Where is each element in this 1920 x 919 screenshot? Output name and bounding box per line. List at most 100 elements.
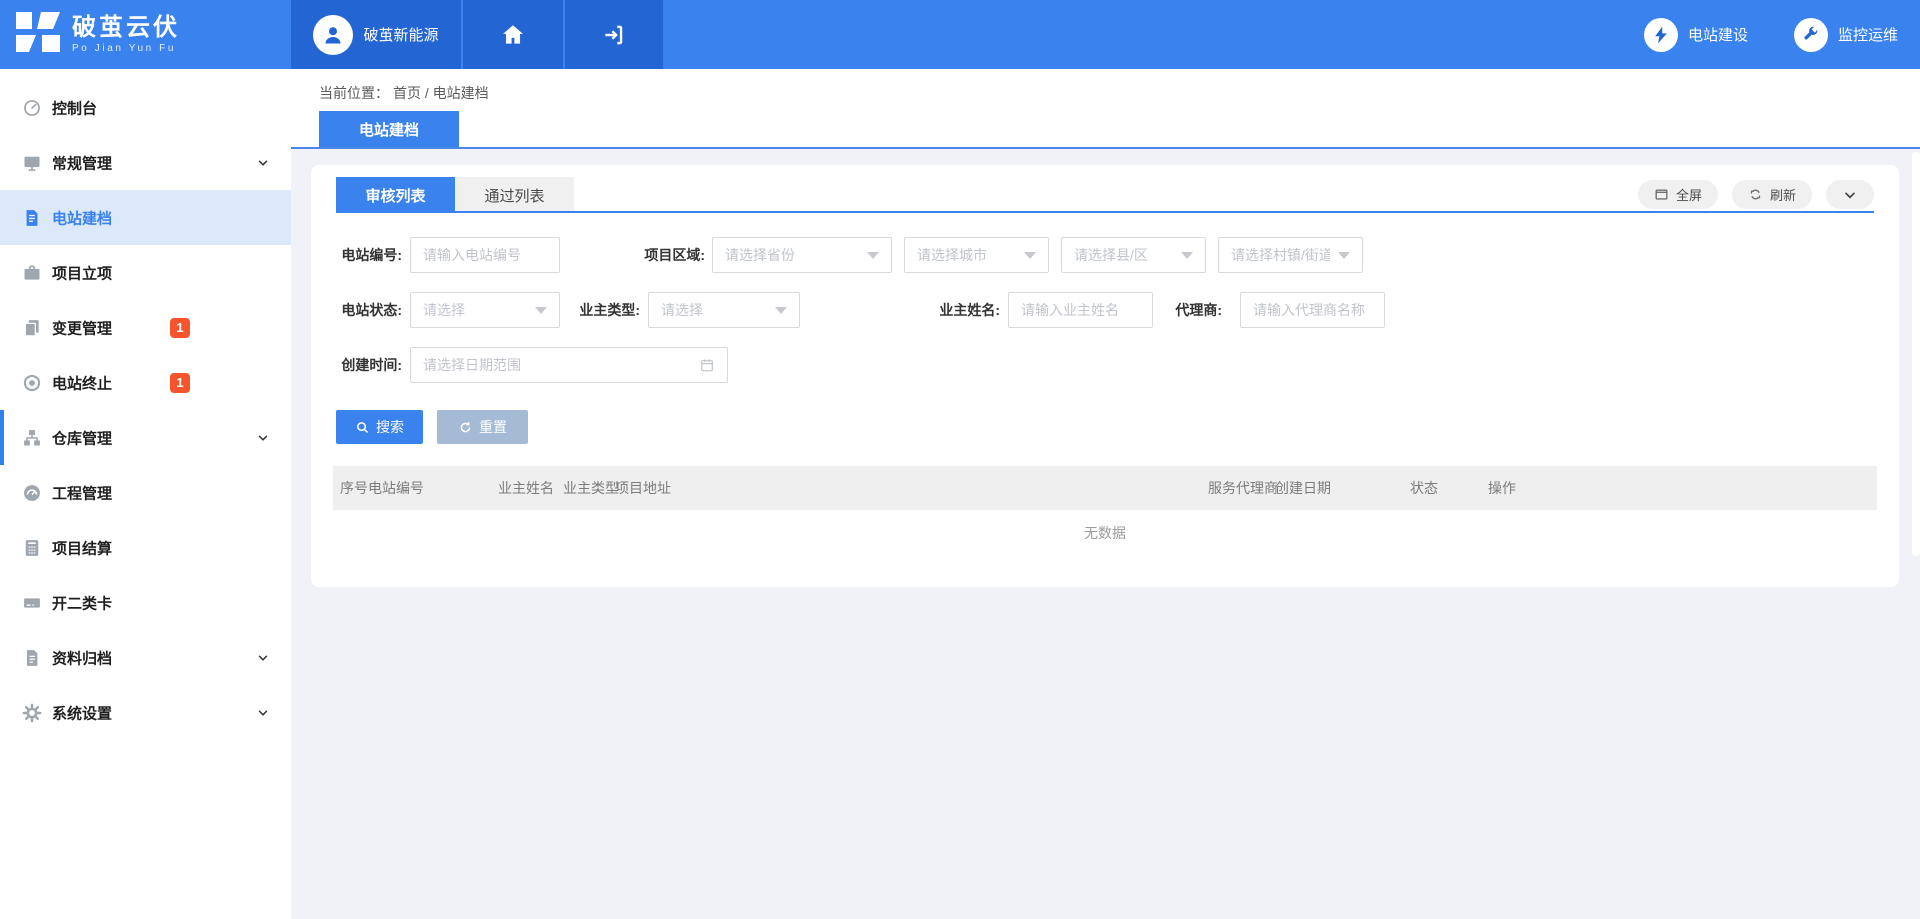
col-status: 状态 — [1410, 466, 1438, 510]
station-no-input[interactable] — [410, 237, 560, 273]
col-seq: 序号 — [340, 466, 368, 510]
tabs-underline — [336, 211, 1874, 213]
sidebar-item-general-mgmt[interactable]: 常规管理 — [0, 135, 291, 190]
sidebar-item-warehouse-mgmt[interactable]: 仓库管理 — [0, 410, 291, 465]
panel-tabs: 审核列表 通过列表 — [336, 177, 574, 213]
owner-type-label: 业主类型: — [546, 292, 640, 328]
sidebar-item-station-archive[interactable]: 电站建档 — [0, 190, 291, 245]
sidebar-item-project-initiation[interactable]: 项目立项 — [0, 245, 291, 300]
app-header: 破茧云伏 Po Jian Yun Fu 破茧新能源 — [0, 0, 1920, 69]
user-menu[interactable]: 破茧新能源 — [291, 0, 461, 69]
sidebar-item-console[interactable]: 控制台 — [0, 80, 291, 135]
fullscreen-icon — [1654, 187, 1669, 202]
nav-station-build[interactable]: 电站建设 — [1644, 18, 1748, 52]
breadcrumb: 当前位置：首页 / 电站建档 — [319, 83, 489, 103]
sidebar-item-label: 资料归档 — [52, 647, 112, 668]
chevron-down-icon — [256, 431, 270, 445]
chevron-down-icon — [256, 156, 270, 170]
sidebar-item-change-mgmt[interactable]: 变更管理 1 — [0, 300, 291, 355]
county-select[interactable]: 请选择县/区 — [1061, 237, 1206, 273]
calendar-icon — [699, 357, 715, 373]
village-select[interactable]: 请选择村镇/街道 — [1218, 237, 1363, 273]
col-owner-type: 业主类型 — [563, 466, 619, 510]
calculator-icon — [22, 538, 42, 558]
date-range-picker[interactable]: 请选择日期范围 — [410, 347, 728, 383]
province-placeholder: 请选择省份 — [725, 245, 859, 265]
village-placeholder: 请选择村镇/街道 — [1231, 245, 1330, 265]
owner-name-input[interactable] — [1008, 292, 1153, 328]
scrollbar-thumb[interactable] — [1912, 152, 1920, 556]
sidebar-item-open-class2-card[interactable]: 开二类卡 — [0, 575, 291, 630]
sidebar-item-label: 控制台 — [52, 97, 97, 118]
tab-review-list[interactable]: 审核列表 — [336, 177, 455, 213]
logo-title: 破茧云伏 — [72, 15, 180, 40]
nav-monitor-ops[interactable]: 监控运维 — [1794, 18, 1898, 52]
chevron-down-icon — [1842, 187, 1858, 203]
home-button[interactable] — [461, 0, 563, 69]
caret-down-icon — [1338, 252, 1350, 259]
archive-icon — [22, 648, 42, 668]
pages-icon — [22, 318, 42, 338]
top-strip: 当前位置：首页 / 电站建档 电站建档 — [291, 69, 1920, 149]
sidebar: 控制台 常规管理 电站建档 — [0, 69, 291, 919]
station-status-placeholder: 请选择 — [423, 300, 527, 320]
city-select[interactable]: 请选择城市 — [904, 237, 1049, 273]
reset-icon — [458, 420, 473, 435]
panel-toolbar: 全屏 刷新 — [1638, 180, 1874, 209]
caret-down-icon — [775, 307, 787, 314]
caret-down-icon — [1024, 252, 1036, 259]
refresh-icon — [1748, 187, 1763, 202]
chevron-down-icon — [256, 651, 270, 665]
document-icon — [22, 208, 42, 228]
page-tab-station-archive[interactable]: 电站建档 — [319, 111, 459, 147]
station-status-label: 电站状态: — [311, 292, 402, 328]
gauge-icon — [22, 98, 42, 118]
col-actions: 操作 — [1488, 466, 1516, 510]
station-no-label: 电站编号: — [311, 237, 402, 273]
station-terminate-badge: 1 — [170, 373, 190, 393]
sidebar-item-project-settlement[interactable]: 项目结算 — [0, 520, 291, 575]
login-arrow-icon — [601, 22, 627, 48]
gear-icon — [22, 703, 42, 723]
sidebar-item-station-terminate[interactable]: 电站终止 1 — [0, 355, 291, 410]
header-sections: 破茧新能源 — [291, 0, 663, 69]
empty-state-text: 无数据 — [311, 523, 1899, 543]
region-label: 项目区域: — [611, 237, 705, 273]
wrench-icon — [1794, 18, 1828, 52]
brand-logo: 破茧云伏 Po Jian Yun Fu — [0, 0, 291, 69]
record-icon — [22, 373, 42, 393]
card-icon — [22, 593, 42, 613]
logout-button[interactable] — [563, 0, 663, 69]
collapse-button[interactable] — [1826, 180, 1874, 209]
nav-station-build-label: 电站建设 — [1688, 24, 1748, 45]
content-area: 审核列表 通过列表 全屏 刷新 — [291, 149, 1920, 919]
sidebar-item-label: 变更管理 — [52, 317, 112, 338]
province-select[interactable]: 请选择省份 — [712, 237, 892, 273]
search-button[interactable]: 搜索 — [336, 410, 423, 444]
sidebar-item-label: 项目立项 — [52, 262, 112, 283]
tab-passed-list[interactable]: 通过列表 — [455, 177, 574, 213]
home-icon — [500, 22, 526, 48]
monitor-icon — [22, 153, 42, 173]
station-status-select[interactable]: 请选择 — [410, 292, 560, 328]
sidebar-item-engineering-mgmt[interactable]: 工程管理 — [0, 465, 291, 520]
sidebar-item-label: 常规管理 — [52, 152, 112, 173]
col-created: 创建日期 — [1275, 466, 1331, 510]
owner-type-select[interactable]: 请选择 — [648, 292, 800, 328]
reset-button[interactable]: 重置 — [437, 410, 528, 444]
agent-input[interactable] — [1240, 292, 1385, 328]
sidebar-item-data-archive[interactable]: 资料归档 — [0, 630, 291, 685]
caret-down-icon — [867, 252, 879, 259]
refresh-label: 刷新 — [1770, 185, 1796, 204]
person-icon — [321, 23, 345, 47]
sidebar-item-label: 开二类卡 — [52, 592, 112, 613]
lightning-icon — [1644, 18, 1678, 52]
fullscreen-button[interactable]: 全屏 — [1638, 180, 1718, 209]
breadcrumb-label: 当前位置： — [319, 85, 389, 101]
col-station-no: 电站编号 — [368, 466, 424, 510]
sidebar-item-system-settings[interactable]: 系统设置 — [0, 685, 291, 740]
agent-label: 代理商: — [1137, 292, 1222, 328]
refresh-button[interactable]: 刷新 — [1732, 180, 1812, 209]
logo-subtitle: Po Jian Yun Fu — [72, 43, 180, 54]
owner-type-placeholder: 请选择 — [661, 300, 767, 320]
